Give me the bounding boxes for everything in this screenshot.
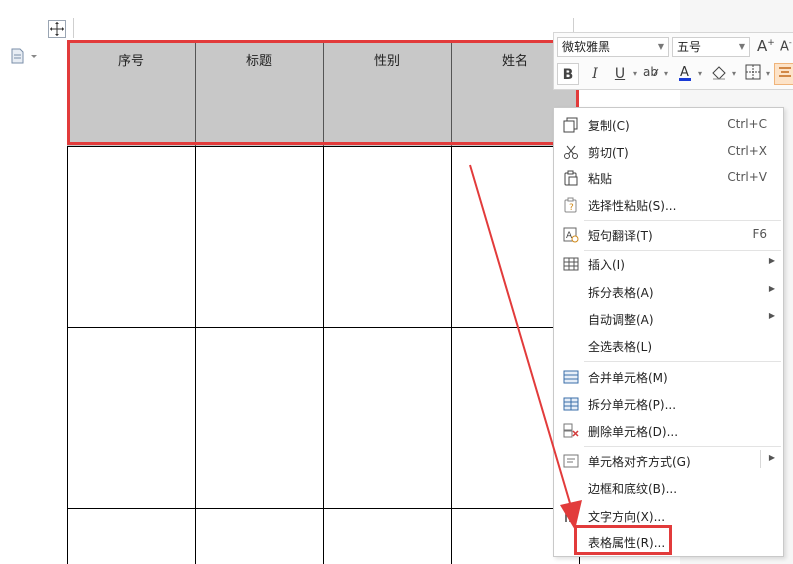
merge-cells-icon <box>563 369 579 385</box>
scissors-icon <box>563 144 579 160</box>
menu-item-insert[interactable]: 插入(I) ▶ <box>554 251 783 277</box>
menu-item-shortcut: Ctrl+X <box>727 144 767 158</box>
submenu-arrow-icon: ▶ <box>768 311 775 320</box>
menu-item-borders-shading[interactable]: 边框和底纹(B)... <box>554 475 783 501</box>
borders-icon[interactable] <box>742 63 770 85</box>
menu-item-translate[interactable]: A 短句翻译(T) F6 <box>554 222 783 248</box>
menu-item-delete-cells[interactable]: 删除单元格(D)... <box>554 418 783 444</box>
menu-item-merge-cells[interactable]: 合并单元格(M) <box>554 364 783 390</box>
table-column-line <box>451 146 452 564</box>
table-properties-highlight-box <box>574 525 672 555</box>
menu-item-label: 单元格对齐方式(G) <box>588 455 691 469</box>
menu-item-cell-alignment[interactable]: 单元格对齐方式(G) ▶ <box>554 448 783 474</box>
table-row-line <box>67 327 579 328</box>
submenu-divider <box>760 450 761 468</box>
table-column-line <box>67 146 68 564</box>
menu-item-split-cells[interactable]: 拆分单元格(P)... <box>554 391 783 417</box>
font-family-select[interactable]: 微软雅黑 ▼ <box>557 37 669 57</box>
table-insert-icon <box>563 256 579 272</box>
delete-cells-icon <box>563 423 579 439</box>
menu-separator <box>584 361 781 362</box>
submenu-arrow-icon: ▶ <box>768 256 775 265</box>
context-menu: 复制(C) Ctrl+C 剪切(T) Ctrl+X 粘贴 Ctrl+V ? 选择… <box>553 107 784 557</box>
menu-item-label: 剪切(T) <box>588 146 629 160</box>
menu-item-shortcut: F6 <box>752 227 767 241</box>
font-size-select[interactable]: 五号 ▼ <box>672 37 750 57</box>
menu-item-label: 合并单元格(M) <box>588 371 668 385</box>
table-column-line <box>323 146 324 564</box>
menu-item-label: 边框和底纹(B)... <box>588 482 678 496</box>
menu-item-shortcut: Ctrl+C <box>727 117 767 131</box>
paste-special-icon: ? <box>563 197 579 213</box>
menu-item-copy[interactable]: 复制(C) Ctrl+C <box>554 112 783 138</box>
header-cell-xuhao[interactable]: 序号 <box>67 50 195 69</box>
header-cell-xingbie[interactable]: 性别 <box>323 50 451 69</box>
chevron-down-icon: ▼ <box>738 42 745 51</box>
cell-align-icon <box>563 453 579 469</box>
menu-item-table-properties[interactable]: 表格属性(R)... <box>554 525 783 555</box>
submenu-arrow-icon: ▶ <box>768 284 775 293</box>
menu-item-label: 短句翻译(T) <box>588 229 653 243</box>
table-row-line <box>67 508 579 509</box>
menu-item-label: 文字方向(X)... <box>588 510 666 524</box>
split-cells-icon <box>563 396 579 412</box>
menu-item-paste-special[interactable]: ? 选择性粘贴(S)... <box>554 192 783 218</box>
table-column-line <box>195 146 196 564</box>
menu-item-label: 复制(C) <box>588 119 630 133</box>
text-direction-icon <box>563 508 579 524</box>
translate-icon: A <box>563 227 579 243</box>
font-size-value: 五号 <box>677 40 702 54</box>
align-center-icon[interactable] <box>774 63 793 85</box>
menu-item-split-table[interactable]: 拆分表格(A) ▶ <box>554 279 783 305</box>
font-color-icon[interactable]: A <box>674 63 702 85</box>
menu-item-label: 拆分表格(A) <box>588 286 654 300</box>
svg-text:?: ? <box>569 203 574 213</box>
paste-icon <box>563 170 579 186</box>
menu-item-label: 选择性粘贴(S)... <box>588 199 677 213</box>
menu-item-label: 粘贴 <box>588 172 613 186</box>
menu-item-auto-fit[interactable]: 自动调整(A) ▶ <box>554 306 783 332</box>
menu-item-label: 插入(I) <box>588 258 625 272</box>
table-row-line <box>67 146 579 147</box>
header-cell-biaoti[interactable]: 标题 <box>195 50 323 69</box>
submenu-arrow-icon: ▶ <box>768 453 775 462</box>
underline-button[interactable]: U <box>609 63 637 85</box>
menu-item-select-table[interactable]: 全选表格(L) <box>554 333 783 359</box>
font-family-value: 微软雅黑 <box>562 40 611 54</box>
menu-item-paste[interactable]: 粘贴 Ctrl+V <box>554 165 783 191</box>
menu-item-label: 自动调整(A) <box>588 313 654 327</box>
document-icon[interactable] <box>10 48 40 66</box>
table-move-handle-icon[interactable] <box>48 20 66 38</box>
grow-font-icon[interactable]: A+ <box>757 37 775 55</box>
menu-separator <box>584 446 781 447</box>
svg-text:A: A <box>680 65 689 80</box>
floating-format-toolbar: 微软雅黑 ▼ 五号 ▼ A+ A- B I U ab A <box>553 32 793 90</box>
copy-icon <box>563 117 579 133</box>
menu-item-label: 拆分单元格(P)... <box>588 398 677 412</box>
chevron-down-icon: ▼ <box>657 42 664 51</box>
shrink-font-icon[interactable]: A- <box>780 38 792 54</box>
menu-item-label: 删除单元格(D)... <box>588 425 679 439</box>
bold-button[interactable]: B <box>557 63 579 85</box>
shading-fill-icon[interactable] <box>708 63 736 85</box>
menu-item-label: 全选表格(L) <box>588 340 653 354</box>
menu-item-cut[interactable]: 剪切(T) Ctrl+X <box>554 139 783 165</box>
menu-item-shortcut: Ctrl+V <box>727 170 767 184</box>
italic-button[interactable]: I <box>584 63 606 85</box>
menu-separator <box>584 220 781 221</box>
highlight-text-icon[interactable]: ab <box>640 63 668 85</box>
margin-mark-left <box>73 18 74 38</box>
